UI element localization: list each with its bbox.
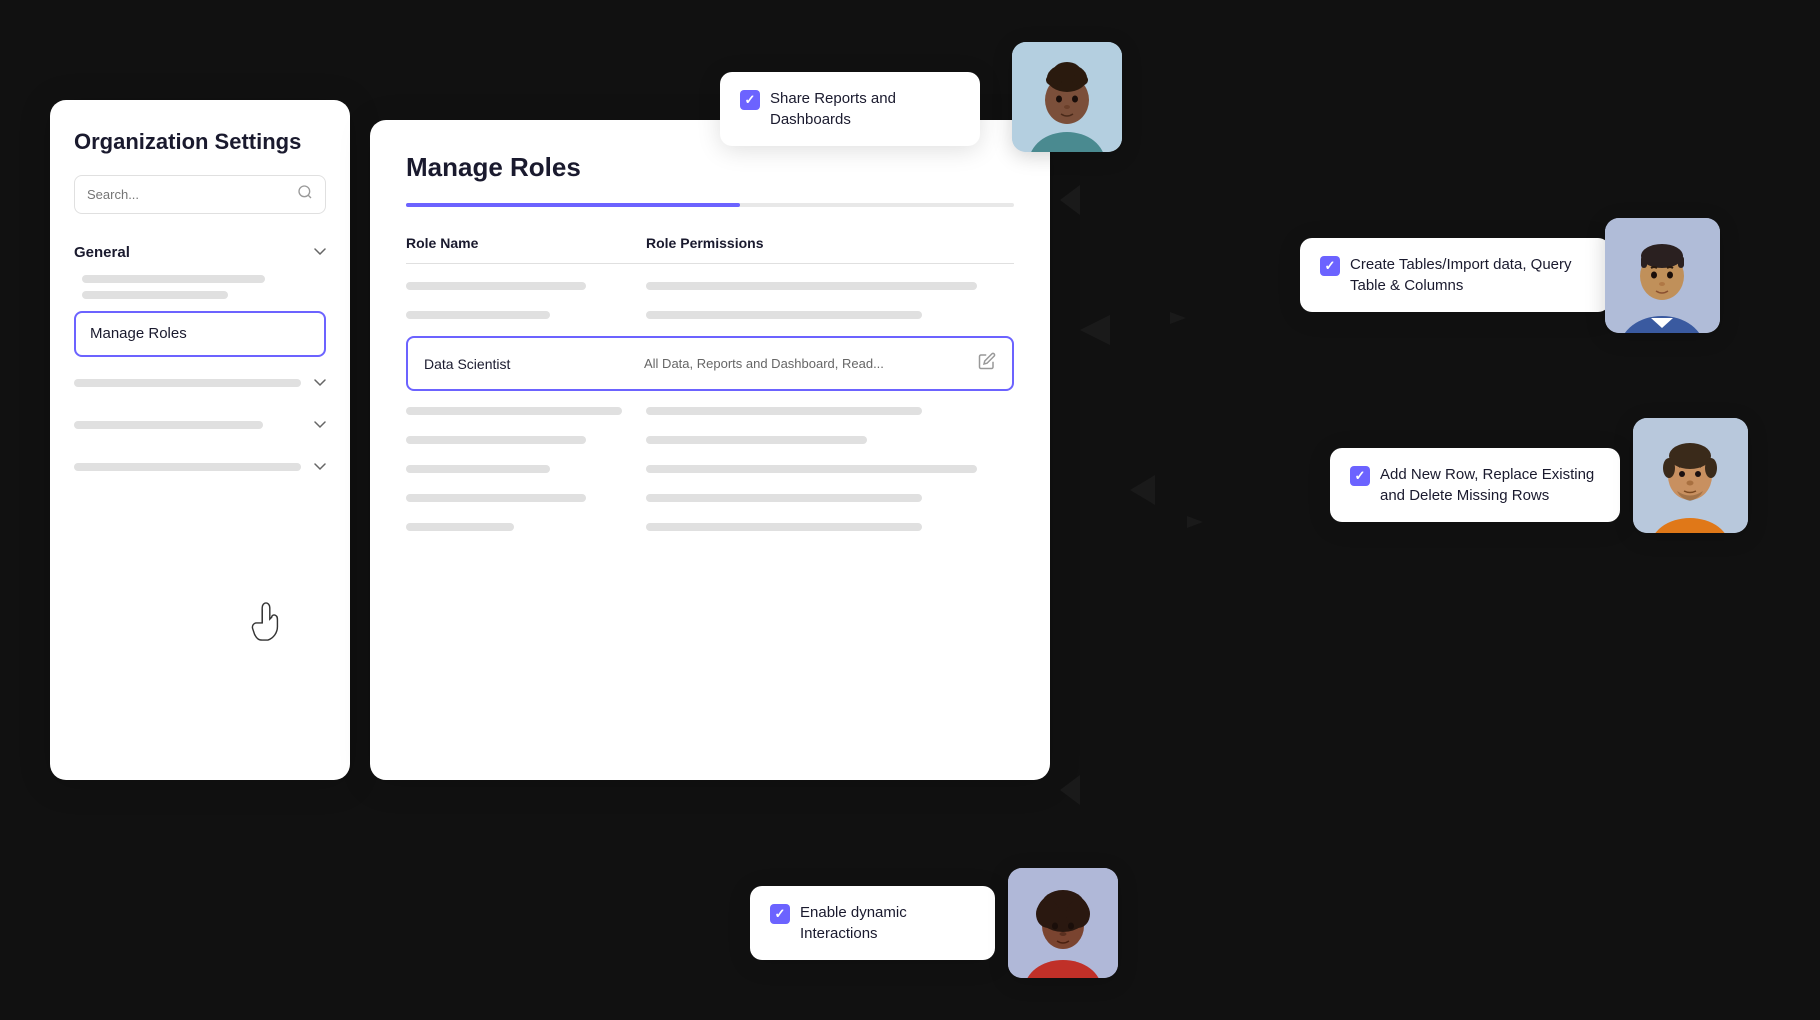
avatar-3 <box>1633 418 1748 533</box>
table-header: Role Name Role Permissions <box>406 235 1014 263</box>
row-placeholder <box>406 494 586 502</box>
col-role-name-header: Role Name <box>406 235 646 251</box>
row-placeholder <box>646 436 867 444</box>
table-row <box>406 301 1014 330</box>
row-placeholder <box>646 523 922 531</box>
sidebar-group-1 <box>74 367 326 399</box>
general-label: General <box>74 244 130 261</box>
manage-roles-item[interactable]: Manage Roles <box>74 311 326 357</box>
perm-text-create-tables: Create Tables/Import data, Query Table &… <box>1350 254 1590 296</box>
checkbox-dynamic-interactions[interactable] <box>770 904 790 924</box>
table-row <box>406 455 1014 484</box>
sidebar-group-1-chevron <box>314 376 326 390</box>
connector-arrow-3 <box>1145 512 1205 537</box>
checkbox-add-row[interactable] <box>1350 466 1370 486</box>
search-icon <box>297 184 313 205</box>
perm-text-add-row: Add New Row, Replace Existing and Delete… <box>1380 464 1600 506</box>
perm-text-share-reports: Share Reports and Dashboards <box>770 88 960 130</box>
role-name-text: Data Scientist <box>424 356 644 372</box>
highlighted-table-row[interactable]: Data Scientist All Data, Reports and Das… <box>406 336 1014 391</box>
connector-arrow-2 <box>1128 308 1188 333</box>
role-perms-text: All Data, Reports and Dashboard, Read... <box>644 356 978 371</box>
permission-card-dynamic-interactions: Enable dynamic Interactions <box>750 886 995 960</box>
sidebar-group-3-line <box>74 463 301 471</box>
main-panel: Manage Roles Role Name Role Permissions … <box>370 120 1050 780</box>
table-row <box>406 397 1014 426</box>
general-chevron <box>314 245 326 259</box>
avatar-2 <box>1605 218 1720 333</box>
sidebar-panel: Organization Settings General <box>50 100 350 780</box>
table-row <box>406 272 1014 301</box>
checkbox-create-tables[interactable] <box>1320 256 1340 276</box>
row-placeholder <box>406 465 550 473</box>
avatar-4 <box>1008 868 1118 978</box>
sidebar-group-2-chevron <box>314 418 326 432</box>
row-placeholder <box>406 407 622 415</box>
sidebar-group-2-line <box>74 421 263 429</box>
cursor-hand-icon <box>248 602 284 650</box>
manage-roles-label: Manage Roles <box>90 325 187 342</box>
general-section-header[interactable]: General <box>74 238 326 267</box>
row-placeholder <box>646 282 977 290</box>
table-row <box>406 513 1014 542</box>
perm-text-dynamic-interactions: Enable dynamic Interactions <box>800 902 975 944</box>
permission-card-create-tables: Create Tables/Import data, Query Table &… <box>1300 238 1610 312</box>
table-divider <box>406 263 1014 264</box>
checkbox-share-reports[interactable] <box>740 90 760 110</box>
avatar-1 <box>1012 42 1122 152</box>
col-role-perms-header: Role Permissions <box>646 235 1014 251</box>
row-placeholder <box>406 311 550 319</box>
search-box[interactable] <box>74 175 326 214</box>
sidebar-group-2 <box>74 409 326 441</box>
sidebar-group-3-header[interactable] <box>74 451 326 483</box>
permission-card-share-reports: Share Reports and Dashboards <box>720 72 980 146</box>
row-placeholder <box>406 282 586 290</box>
row-placeholder <box>406 523 514 531</box>
sidebar-placeholder-2 <box>82 291 228 299</box>
row-placeholder <box>406 436 586 444</box>
table-row <box>406 426 1014 455</box>
row-placeholder <box>646 465 977 473</box>
edit-icon[interactable] <box>978 352 996 375</box>
sidebar-title: Organization Settings <box>74 128 326 157</box>
general-sub-items <box>74 275 326 299</box>
sidebar-group-3-chevron <box>314 460 326 474</box>
row-placeholder <box>646 311 922 319</box>
table-row <box>406 484 1014 513</box>
search-input[interactable] <box>87 187 297 202</box>
progress-bar-bg <box>406 203 1014 207</box>
row-placeholder <box>646 494 922 502</box>
progress-bar-fill <box>406 203 740 207</box>
sidebar-placeholder-1 <box>82 275 265 283</box>
sidebar-group-1-line <box>74 379 301 387</box>
main-title: Manage Roles <box>406 152 1014 183</box>
sidebar-group-1-header[interactable] <box>74 367 326 399</box>
sidebar-section-general: General <box>74 238 326 299</box>
permission-card-add-row: Add New Row, Replace Existing and Delete… <box>1330 448 1620 522</box>
sidebar-group-2-header[interactable] <box>74 409 326 441</box>
row-placeholder <box>646 407 922 415</box>
table-body: Data Scientist All Data, Reports and Das… <box>406 272 1014 542</box>
sidebar-group-3 <box>74 451 326 483</box>
